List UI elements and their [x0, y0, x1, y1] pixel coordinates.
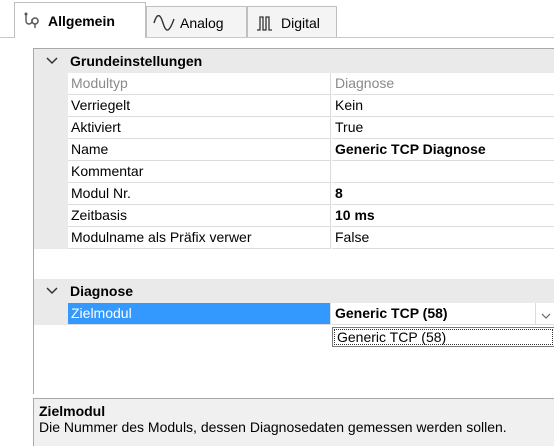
dropdown-option[interactable]: Generic TCP (58) — [334, 329, 553, 345]
property-row-zeitbasis[interactable]: Zeitbasis 10 ms — [34, 205, 554, 227]
property-name: Zielmodul — [68, 303, 331, 325]
property-grid: Grundeinstellungen Modultyp Diagnose Ver… — [33, 48, 554, 394]
category-label: Grundeinstellungen — [70, 53, 203, 69]
tab-label: Digital — [281, 14, 320, 31]
property-row-verriegelt[interactable]: Verriegelt Kein — [34, 95, 554, 117]
property-name: Modulname als Präfix verwer — [68, 227, 331, 249]
property-value: Diagnose — [332, 73, 554, 95]
property-name: Zeitbasis — [68, 205, 331, 227]
property-value[interactable] — [332, 161, 554, 183]
property-value[interactable]: True — [332, 117, 554, 139]
tab-allgemein[interactable]: Allgemein — [14, 2, 146, 38]
property-row-modultyp[interactable]: Modultyp Diagnose — [34, 73, 554, 95]
description-text: Die Nummer des Moduls, dessen Diagnoseda… — [39, 419, 507, 435]
description-pane: Zielmodul Die Nummer des Moduls, dessen … — [33, 398, 554, 446]
settings-probe-icon — [21, 11, 43, 31]
property-name: Modultyp — [68, 73, 331, 95]
property-name: Modul Nr. — [68, 183, 331, 205]
category-grundeinstellungen[interactable]: Grundeinstellungen — [34, 49, 554, 73]
digital-signal-icon — [254, 13, 276, 33]
property-row-modul-nr[interactable]: Modul Nr. 8 — [34, 183, 554, 205]
property-name: Verriegelt — [68, 95, 331, 117]
category-label: Diagnose — [70, 283, 134, 299]
property-name: Kommentar — [68, 161, 331, 183]
chevron-down-icon[interactable] — [34, 57, 70, 65]
description-title: Zielmodul — [39, 403, 106, 419]
tab-digital[interactable]: Digital — [247, 6, 337, 38]
category-diagnose[interactable]: Diagnose — [34, 279, 554, 303]
property-value[interactable]: False — [332, 227, 554, 249]
chevron-down-icon[interactable] — [34, 287, 70, 295]
property-row-zielmodul[interactable]: Zielmodul Generic TCP (58) — [34, 303, 554, 325]
property-row-kommentar[interactable]: Kommentar — [34, 161, 554, 183]
chevron-down-icon — [541, 304, 551, 325]
tab-label: Analog — [180, 14, 224, 31]
tab-analog[interactable]: Analog — [146, 6, 247, 38]
zielmodul-select[interactable]: Generic TCP (58) — [332, 303, 554, 325]
selected-value: Generic TCP (58) — [335, 305, 448, 321]
property-value[interactable]: Generic TCP Diagnose — [332, 139, 554, 161]
property-value[interactable]: Kein — [332, 95, 554, 117]
property-row-modulname-praefix[interactable]: Modulname als Präfix verwer False — [34, 227, 554, 249]
dropdown-button[interactable] — [535, 303, 554, 325]
property-row-aktiviert[interactable]: Aktiviert True — [34, 117, 554, 139]
property-row-name[interactable]: Name Generic TCP Diagnose — [34, 139, 554, 161]
analog-wave-icon — [153, 13, 175, 33]
property-name: Aktiviert — [68, 117, 331, 139]
dropdown-list: Generic TCP (58) — [332, 327, 554, 347]
property-value[interactable]: 10 ms — [332, 205, 554, 227]
tab-label: Allgemein — [48, 12, 115, 29]
property-value[interactable]: 8 — [332, 183, 554, 205]
property-name: Name — [68, 139, 331, 161]
tab-bar: Allgemein Analog Digital — [0, 0, 554, 38]
